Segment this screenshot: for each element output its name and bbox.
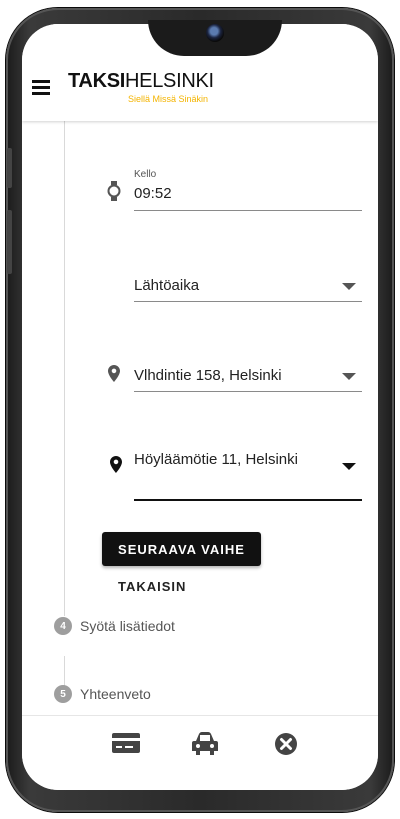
departure-type-select[interactable]: Lähtöaika	[134, 271, 362, 302]
logo: TAKSIHELSINKI Siellä Missä Sinäkin	[68, 70, 214, 104]
menu-icon[interactable]	[32, 80, 50, 96]
step-item[interactable]: 5 Yhteenveto	[54, 685, 151, 703]
app-screen: TAKSIHELSINKI Siellä Missä Sinäkin Kello…	[22, 24, 378, 790]
step-item[interactable]: 4 Syötä lisätiedot	[54, 617, 175, 635]
time-value[interactable]: 09:52	[134, 185, 172, 202]
location-pin-icon	[108, 365, 120, 382]
car-icon[interactable]	[190, 731, 220, 757]
time-field[interactable]: Kello 09:52	[134, 165, 362, 211]
from-address-select[interactable]: Vlhdintie 158, Helsinki	[134, 361, 362, 392]
back-button[interactable]: TAKAISIN	[118, 579, 186, 594]
bottom-navigation	[22, 715, 378, 790]
watch-icon	[107, 181, 121, 201]
departure-type-value: Lähtöaika	[134, 277, 200, 294]
close-circle-icon[interactable]	[273, 731, 299, 757]
step-number-badge: 4	[54, 617, 72, 635]
step-label: Syötä lisätiedot	[80, 618, 175, 634]
next-step-button[interactable]: SEURAAVA VAIHE	[102, 532, 261, 566]
stepper-line	[64, 121, 65, 616]
step-label: Yhteenveto	[80, 686, 151, 702]
front-camera	[206, 24, 224, 42]
power-button	[7, 210, 12, 274]
booking-form: Kello 09:52 Lähtöaika Vlhdintie 158, Hel…	[22, 121, 378, 715]
to-address-value: Höyläämötie 11, Helsinki	[134, 451, 298, 468]
chevron-down-icon[interactable]	[342, 283, 356, 290]
logo-text: TAKSIHELSINKI	[68, 70, 214, 92]
chevron-down-icon[interactable]	[342, 463, 356, 470]
logo-tagline: Siellä Missä Sinäkin	[128, 94, 209, 104]
volume-button	[7, 148, 12, 188]
to-address-select[interactable]: Höyläämötie 11, Helsinki	[134, 449, 362, 501]
logo-bold: TAKSI	[68, 70, 126, 92]
logo-light: HELSINKI	[125, 70, 214, 92]
location-pin-icon	[110, 456, 122, 473]
step-number-badge: 5	[54, 685, 72, 703]
time-label: Kello	[134, 169, 157, 180]
from-address-value: Vlhdintie 158, Helsinki	[134, 367, 282, 384]
credit-card-icon[interactable]	[111, 731, 141, 755]
chevron-down-icon[interactable]	[342, 373, 356, 380]
